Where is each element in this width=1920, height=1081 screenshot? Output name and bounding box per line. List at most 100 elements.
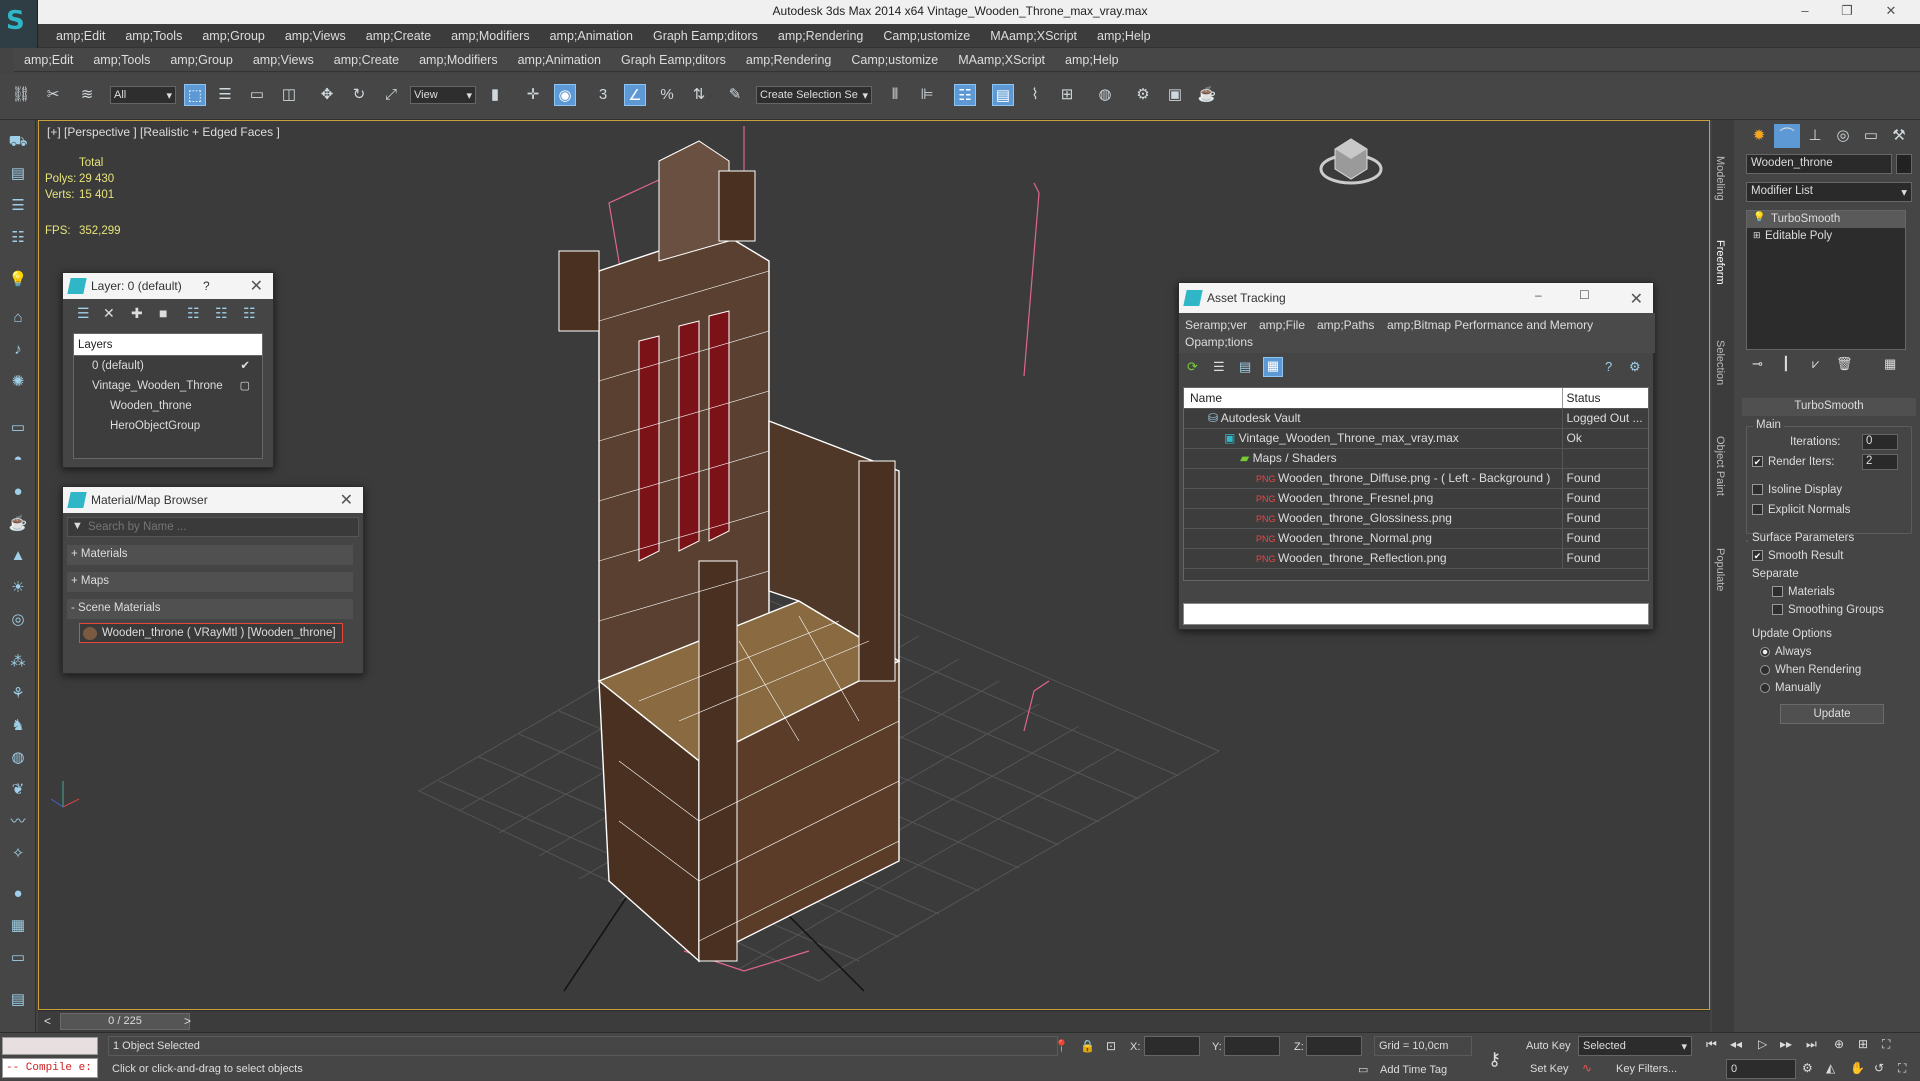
layer-icon[interactable]: ☰ xyxy=(77,305,90,322)
maxscript-listener[interactable]: -- Compile e: xyxy=(2,1058,98,1078)
menu-edit[interactable]: amp;Edit xyxy=(46,24,115,43)
key-curve-icon[interactable]: ∿ xyxy=(1582,1061,1592,1075)
asset-menu-options[interactable]: Opamp;tions xyxy=(1185,335,1253,349)
menu2-customize[interactable]: Camp;ustomize xyxy=(841,48,948,67)
move-icon[interactable]: ✥ xyxy=(316,84,338,106)
menu-create[interactable]: amp;Create xyxy=(356,24,441,43)
layer-item[interactable]: 0 (default) ✔ xyxy=(74,356,262,376)
iterations-spinner[interactable]: 0 xyxy=(1862,434,1898,450)
keyboard-shortcut-toggle-icon[interactable]: ◉ xyxy=(554,84,576,106)
key-icon[interactable]: ⚷ xyxy=(1488,1049,1501,1070)
smooth-result-checkbox[interactable]: ✔ xyxy=(1752,550,1763,562)
layer-item[interactable]: HeroObjectGroup xyxy=(74,416,262,436)
layer-manager-icon[interactable]: ☷ xyxy=(954,84,976,106)
rendered-frame-window-icon[interactable]: ▣ xyxy=(1164,84,1186,106)
render-production-icon[interactable]: ☕ xyxy=(1196,84,1218,106)
rect-region-icon[interactable]: ▭ xyxy=(246,84,268,106)
maximize-viewport-icon[interactable]: ⛶ xyxy=(1898,1061,1906,1076)
scene-explorer-icon[interactable]: ▤ xyxy=(6,162,30,186)
refresh-icon[interactable]: ⟳ xyxy=(1187,359,1198,375)
menu-help[interactable]: amp;Help xyxy=(1087,24,1161,43)
thumbnail-view-icon[interactable]: ▤ xyxy=(1239,359,1251,375)
material-close-icon[interactable]: ✕ xyxy=(340,490,353,510)
menu2-help[interactable]: amp;Help xyxy=(1055,48,1129,67)
menu-group[interactable]: amp;Group xyxy=(192,24,275,43)
absolute-mode-icon[interactable]: ⊡ xyxy=(1106,1039,1116,1053)
select-by-name-icon[interactable]: ☰ xyxy=(214,84,236,106)
settings-icon[interactable]: ⚙ xyxy=(1629,359,1641,375)
layer-panel-titlebar[interactable]: Layer: 0 (default)? ✕ xyxy=(63,273,273,299)
scale-icon[interactable]: ⤢ xyxy=(380,84,402,106)
percent-snap-icon[interactable]: % xyxy=(656,84,678,106)
asset-row[interactable]: PNG Wooden_throne_Normal.png Found xyxy=(1184,528,1648,549)
ribbon-toggle-icon[interactable]: ▤ xyxy=(992,84,1014,106)
menu2-group[interactable]: amp;Group xyxy=(160,48,243,67)
menu-modifiers[interactable]: amp;Modifiers xyxy=(441,24,540,43)
reference-coord-dropdown[interactable]: View ▾ xyxy=(410,86,476,104)
add-selected-icon[interactable]: ■ xyxy=(159,305,167,321)
materials-group[interactable]: + Materials xyxy=(67,545,353,565)
tab-modeling[interactable]: Modeling xyxy=(1714,156,1726,201)
light-icon[interactable]: 💡 xyxy=(6,268,30,292)
object-color-swatch[interactable] xyxy=(1896,154,1912,174)
asset-row[interactable]: PNG Wooden_throne_Fresnel.png Found xyxy=(1184,488,1648,509)
spinner-snap-icon[interactable]: ⇅ xyxy=(688,84,710,106)
add-time-tag[interactable]: Add Time Tag xyxy=(1380,1064,1447,1076)
sun-icon[interactable]: ☀ xyxy=(6,576,30,600)
layer-help-icon[interactable]: ? xyxy=(203,279,210,293)
time-slider-thumb[interactable]: 0 / 225 xyxy=(60,1013,190,1030)
tab-selection[interactable]: Selection xyxy=(1714,340,1726,385)
list-view-icon[interactable]: ☰ xyxy=(1213,359,1225,375)
menu2-animation[interactable]: amp;Animation xyxy=(508,48,611,67)
mirror-icon[interactable]: ⫴ xyxy=(884,84,906,106)
select-manipulate-icon[interactable]: ✛ xyxy=(522,84,544,106)
always-radio[interactable] xyxy=(1760,646,1770,657)
make-unique-icon[interactable]: ⩗ xyxy=(1812,356,1819,372)
materials-checkbox[interactable] xyxy=(1772,586,1783,598)
delete-layer-icon[interactable]: ✕ xyxy=(103,305,115,322)
col-name[interactable]: Name xyxy=(1184,388,1563,409)
play-icon[interactable]: ▷ xyxy=(1758,1037,1767,1051)
maximize-button[interactable]: ❐ xyxy=(1832,3,1862,19)
menu2-tools[interactable]: amp;Tools xyxy=(83,48,160,67)
time-slider[interactable]: < 0 / 225 > xyxy=(38,1010,1710,1032)
torus-icon[interactable]: ◎ xyxy=(6,608,30,632)
menu-customize[interactable]: Camp;ustomize xyxy=(873,24,980,43)
current-frame-field[interactable]: 0 xyxy=(1726,1059,1796,1079)
display-tab-icon[interactable]: ▭ xyxy=(1858,124,1884,148)
key-mode-dropdown[interactable]: Selected ▾ xyxy=(1578,1036,1692,1056)
minimize-button[interactable]: – xyxy=(1790,3,1820,18)
hair-icon[interactable]: 〰 xyxy=(6,810,30,834)
menu-rendering[interactable]: amp;Rendering xyxy=(768,24,873,43)
object-name-field[interactable]: Wooden_throne xyxy=(1746,154,1892,174)
menu2-edit[interactable]: amp;Edit xyxy=(14,48,83,67)
bulb-icon[interactable]: 💡 xyxy=(1753,212,1765,223)
asset-row[interactable]: ▣ Vintage_Wooden_Throne_max_vray.max Ok xyxy=(1184,428,1648,449)
layer-close-icon[interactable]: ✕ xyxy=(250,276,263,296)
material-editor-icon[interactable]: ◍ xyxy=(1094,84,1116,106)
search-dropdown-icon[interactable]: ▼ xyxy=(72,520,83,532)
set-key-button[interactable]: Set Key xyxy=(1530,1059,1584,1079)
smoothing-groups-checkbox[interactable] xyxy=(1772,604,1783,616)
modify-tab-icon[interactable]: ⌒ xyxy=(1774,124,1800,148)
bind-space-warp-icon[interactable]: ≋ xyxy=(76,84,98,106)
rotate-icon[interactable]: ↻ xyxy=(348,84,370,106)
pivot-center-icon[interactable]: ▮ xyxy=(484,84,506,106)
add-layer-icon[interactable]: ✚ xyxy=(131,305,143,322)
zoom-extents-icon[interactable]: ⛶ xyxy=(1882,1037,1890,1052)
tab-populate[interactable]: Populate xyxy=(1714,548,1726,591)
previous-frame-icon[interactable]: ◂◂ xyxy=(1730,1037,1742,1051)
asset-menu-paths[interactable]: amp;Paths xyxy=(1317,318,1374,332)
modifier-list-dropdown[interactable]: Modifier List ▾ xyxy=(1746,182,1912,202)
zoom-all-icon[interactable]: ⊞ xyxy=(1858,1037,1868,1051)
create-tab-icon[interactable]: ✹ xyxy=(1746,124,1772,148)
key-filters-button[interactable]: Key Filters... xyxy=(1616,1063,1677,1075)
pin-stack-icon[interactable]: ⊸ xyxy=(1752,356,1763,372)
col-status[interactable]: Status xyxy=(1562,388,1648,409)
z-field[interactable] xyxy=(1306,1036,1362,1056)
menu2-maxscript[interactable]: MAamp;XScript xyxy=(948,48,1055,67)
viewcube-icon[interactable] xyxy=(1319,133,1383,187)
asset-menu-file[interactable]: amp;File xyxy=(1259,318,1305,332)
menu2-views[interactable]: amp;Views xyxy=(243,48,324,67)
auto-key-button[interactable]: Auto Key xyxy=(1526,1036,1580,1056)
